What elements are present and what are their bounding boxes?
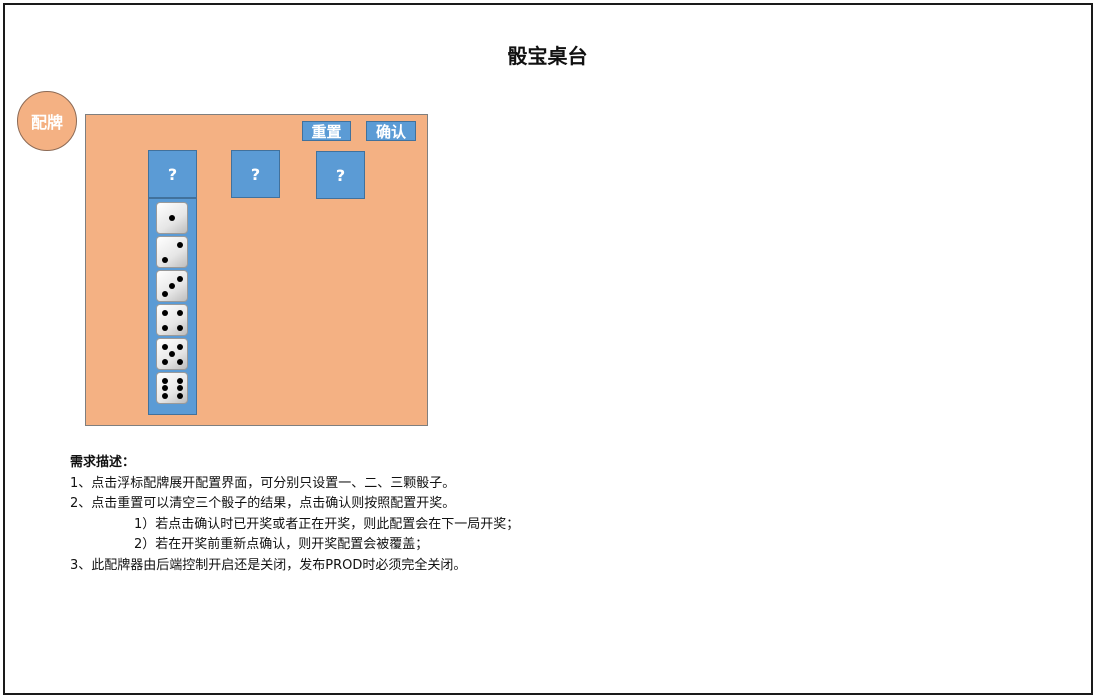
dice-slot-2[interactable]: ? <box>231 150 280 198</box>
dice-face-one-icon[interactable] <box>156 202 188 234</box>
dice-pip <box>169 215 175 221</box>
description-line-2a: 1）若点击确认时已开奖或者正在开奖，则此配置会在下一局开奖； <box>134 516 520 532</box>
dice-face-four-icon[interactable] <box>156 304 188 336</box>
dice-pip <box>177 310 183 316</box>
deal-config-float-button[interactable]: 配牌 <box>17 91 77 151</box>
description-line-2: 2、点击重置可以清空三个骰子的结果，点击确认则按照配置开奖。 <box>70 496 456 511</box>
dice-pip <box>162 393 168 399</box>
dice-pip <box>177 325 183 331</box>
dice-pip <box>162 378 168 384</box>
dice-pip <box>177 276 183 282</box>
dice-pip <box>162 325 168 331</box>
dice-pip <box>162 385 168 391</box>
dice-pip <box>177 242 183 248</box>
dice-pip <box>177 378 183 384</box>
dice-pip <box>177 393 183 399</box>
dice-pip <box>162 344 168 350</box>
description-line-1: 1、点击浮标配牌展开配置界面，可分别只设置一、二、三颗骰子。 <box>70 475 456 491</box>
dice-pip <box>162 359 168 365</box>
dice-pip <box>177 359 183 365</box>
dice-face-six-icon[interactable] <box>156 372 188 404</box>
description-heading: 需求描述： <box>70 455 136 470</box>
description-line-2b: 2）若在开奖前重新点确认，则开奖配置会被覆盖； <box>134 537 429 552</box>
reset-button[interactable]: 重置 <box>302 121 351 141</box>
dice-pip <box>177 385 183 391</box>
dice-pip <box>162 291 168 297</box>
dice-pip <box>169 283 175 289</box>
confirm-button[interactable]: 确认 <box>366 121 416 141</box>
dice-pip <box>162 257 168 263</box>
description-line-3: 3、此配牌器由后端控制开启还是关闭，发布PROD时必须完全关闭。 <box>70 557 467 573</box>
dice-pip <box>177 344 183 350</box>
config-panel: 重置 确认 ? ? ? <box>85 114 428 426</box>
dice-options-dropdown <box>148 198 197 415</box>
dice-face-three-icon[interactable] <box>156 270 188 302</box>
page-title: 骰宝桌台 <box>507 44 588 68</box>
requirements-description: 需求描述： 1、点击浮标配牌展开配置界面，可分别只设置一、二、三颗骰子。 2、点… <box>70 453 519 576</box>
dice-face-five-icon[interactable] <box>156 338 188 370</box>
dice-slot-1[interactable]: ? <box>148 150 197 198</box>
dice-face-two-icon[interactable] <box>156 236 188 268</box>
dice-pip <box>169 351 175 357</box>
dice-pip <box>162 310 168 316</box>
dice-slot-3[interactable]: ? <box>316 151 365 199</box>
